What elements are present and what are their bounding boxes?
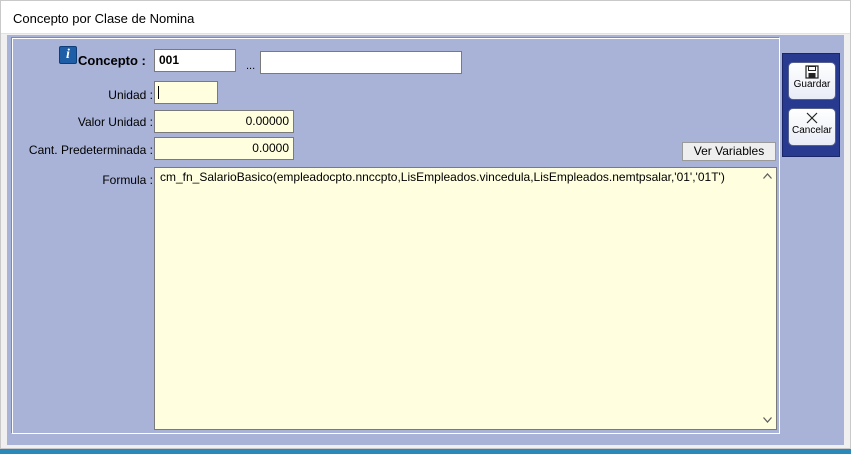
scroll-up-icon[interactable] [759,168,776,185]
title-bar[interactable]: Concepto por Clase de Nomina [1,1,850,34]
formula-textarea[interactable]: cm_fn_SalarioBasico(empleadocpto.nnccpto… [154,167,777,430]
concepto-lookup-button[interactable]: ... [246,60,255,72]
formula-text: cm_fn_SalarioBasico(empleadocpto.nnccpto… [160,170,725,184]
action-button-panel: Guardar Cancelar [782,53,840,157]
window-title: Concepto por Clase de Nomina [13,11,195,26]
cant-predeterminada-label: Cant. Predeterminada : [28,143,153,157]
client-area: i Concepto : 001 ... Unidad : Valor Unid… [7,35,844,445]
ver-variables-button[interactable]: Ver Variables [682,142,776,161]
info-icon[interactable]: i [59,46,77,64]
unidad-label: Unidad : [108,88,153,102]
concepto-description-field[interactable] [260,51,462,74]
formula-label: Formula : [102,173,153,187]
form-panel: i Concepto : 001 ... Unidad : Valor Unid… [11,37,780,434]
cancelar-label: Cancelar [791,125,833,136]
guardar-button[interactable]: Guardar [788,62,836,100]
concepto-label: Concepto : [78,53,146,68]
valor-unidad-label: Valor Unidad : [77,115,153,129]
valor-unidad-field[interactable]: 0.00000 [154,110,294,133]
unidad-field[interactable] [154,81,218,104]
concepto-code-field[interactable]: 001 [154,49,236,72]
concepto-window: Concepto por Clase de Nomina i Concepto … [0,0,851,449]
ver-variables-label: Ver Variables [693,144,765,158]
formula-scrollbar[interactable] [759,168,776,429]
guardar-label: Guardar [793,79,831,90]
floppy-disk-icon [805,65,819,79]
text-caret [158,86,159,99]
cancelar-button[interactable]: Cancelar [788,108,836,146]
scroll-down-icon[interactable] [759,412,776,429]
cancel-x-icon [805,111,819,125]
cant-predeterminada-field[interactable]: 0.0000 [154,137,294,160]
